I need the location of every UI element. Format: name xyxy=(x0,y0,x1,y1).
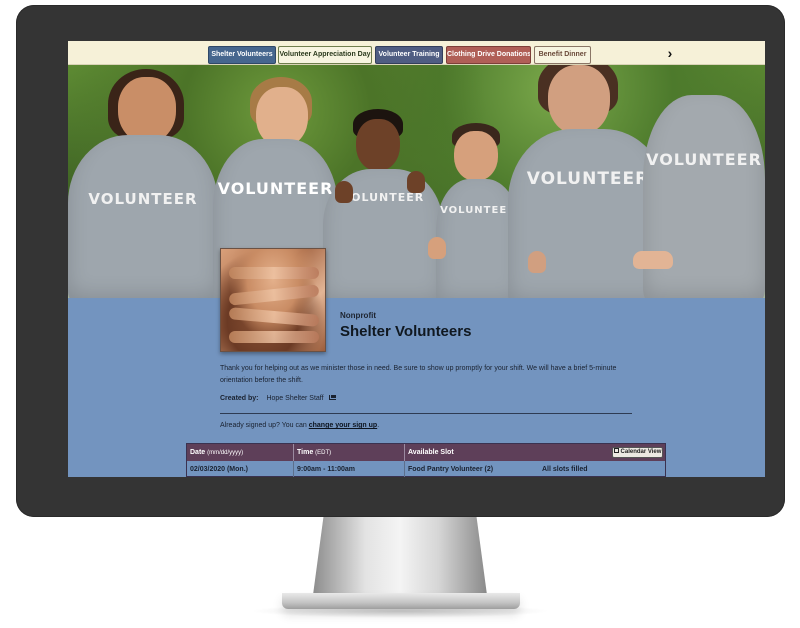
monitor-stand-base xyxy=(282,593,520,609)
hero-image: VOLUNTEER VOLUNTEER VOLUNTEER VOLUNTEER … xyxy=(68,65,765,298)
monitor-frame: Shelter Volunteers Volunteer Appreciatio… xyxy=(16,5,785,517)
description: Thank you for helping out as we minister… xyxy=(220,365,617,384)
slot-table: Date (mm/dd/yyyy) Time (EDT) Available S… xyxy=(186,443,666,477)
hands-together-image xyxy=(220,248,326,352)
shirt-text: VOLUNTEER xyxy=(646,150,762,169)
header-date: Date (mm/dd/yyyy) xyxy=(187,444,293,461)
header-date-label: Date xyxy=(190,449,206,456)
table-row[interactable]: 02/03/2020 (Mon.) 9:00am - 11:00am Food … xyxy=(187,461,665,477)
created-by: Created by: Hope Shelter Staff xyxy=(220,395,336,402)
shirt-text: VOLUNTEER xyxy=(217,179,334,198)
volunteer-figure: VOLUNTEER xyxy=(323,109,443,298)
header-time-zone: (EDT) xyxy=(315,450,332,456)
change-signup-link[interactable]: change your sign up xyxy=(309,422,377,429)
monitor-stand-neck xyxy=(313,517,487,595)
signup-suffix: . xyxy=(377,422,380,429)
page-title: Shelter Volunteers xyxy=(340,323,472,340)
shirt-text: VOLUNTEER xyxy=(88,190,198,208)
screen: Shelter Volunteers Volunteer Appreciatio… xyxy=(68,41,765,477)
calendar-icon xyxy=(613,448,619,453)
signup-text: Already signed up? You can xyxy=(220,422,307,429)
header-time-label: Time xyxy=(297,449,314,456)
row-slot: Food Pantry Volunteer (2) xyxy=(404,461,539,477)
signup-notice: Already signed up? You can change your s… xyxy=(220,422,379,429)
row-date: 02/03/2020 (Mon.) xyxy=(190,466,248,473)
header-time: Time (EDT) xyxy=(293,444,404,461)
created-by-value: Hope Shelter Staff xyxy=(266,395,324,402)
row-time: 9:00am - 11:00am xyxy=(293,461,404,477)
table-header: Date (mm/dd/yyyy) Time (EDT) Available S… xyxy=(187,444,665,461)
tab-benefit-dinner[interactable]: Benefit Dinner xyxy=(534,46,591,64)
org-type: Nonprofit xyxy=(340,311,376,320)
created-by-label: Created by: xyxy=(220,395,259,402)
tab-volunteer-appreciation-day[interactable]: Volunteer Appreciation Day xyxy=(278,46,372,64)
divider xyxy=(220,413,632,414)
tab-shelter-volunteers[interactable]: Shelter Volunteers xyxy=(208,46,276,64)
mail-icon[interactable] xyxy=(328,395,336,400)
volunteer-figure: VOLUNTEER xyxy=(633,65,765,298)
header-date-format: (mm/dd/yyyy) xyxy=(207,450,244,456)
row-status: All slots filled xyxy=(542,466,588,473)
tab-clothing-drive-donations[interactable]: Clothing Drive Donations xyxy=(446,46,531,64)
tab-volunteer-training[interactable]: Volunteer Training xyxy=(375,46,443,64)
volunteer-figure: VOLUNTEER xyxy=(68,65,218,298)
calendar-view-button[interactable]: Calendar View xyxy=(612,447,663,458)
chevron-right-icon[interactable]: › xyxy=(662,46,678,62)
tab-bar: Shelter Volunteers Volunteer Appreciatio… xyxy=(68,41,765,65)
calendar-view-label: Calendar View xyxy=(620,449,662,455)
